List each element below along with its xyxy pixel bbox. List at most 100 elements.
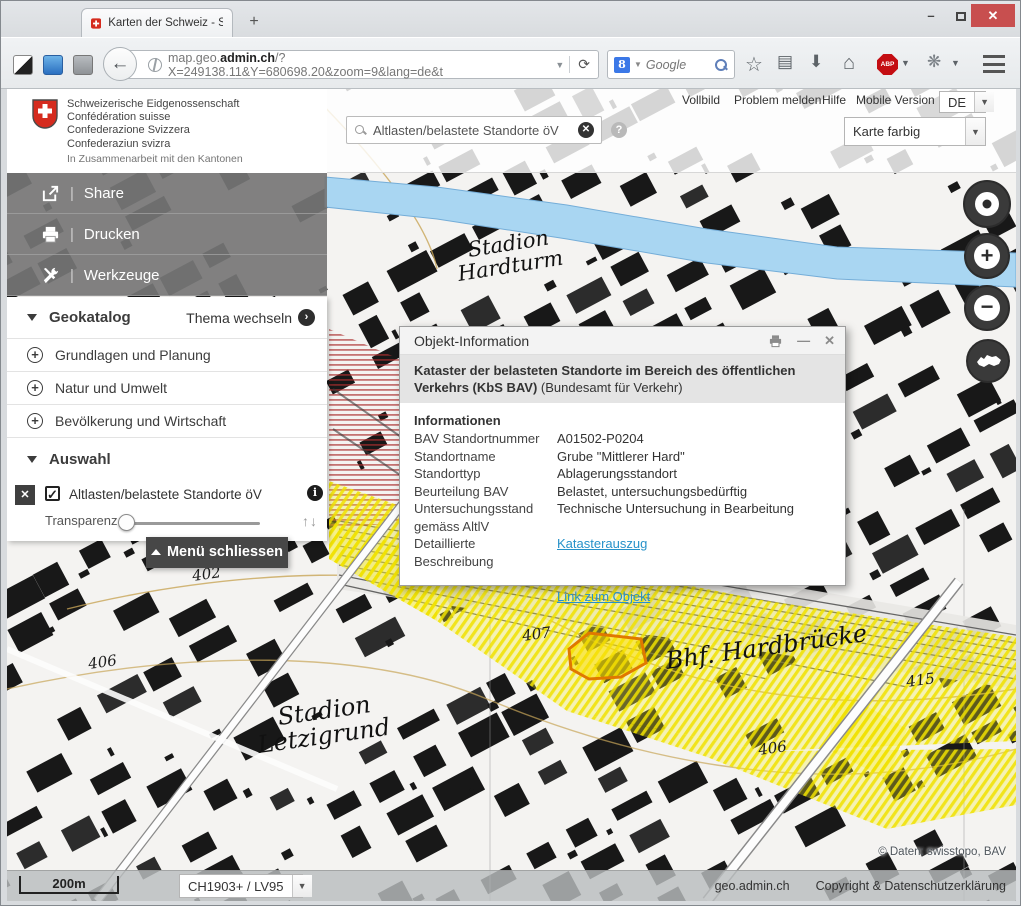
map-search-input[interactable]: Altlasten/belastete Standorte öV ✕ [346,116,602,144]
search-icon [354,124,367,137]
expand-icon: + [27,413,43,429]
info-row: Untersuchungsstand gemäss AltlVTechnisch… [414,500,831,535]
active-layer-row: ✕ ✓ Altlasten/belastete Standorte öV i T… [7,472,327,541]
layer-name[interactable]: Altlasten/belastete Standorte öV [69,487,262,502]
share-icon [41,184,60,203]
map-viewport[interactable]: Stadion Hardturm Bhf. Hardbrücke Stadion… [7,89,1016,901]
minimize-popup-icon[interactable]: — [797,333,810,348]
engine-caret-icon[interactable]: ▼ [634,60,642,69]
sidebar: | Share | Drucken | Werkzeuge [7,173,327,296]
sidebar-item-drucken[interactable]: | Drucken [7,214,327,255]
url-text: map.geo.admin.ch/?X=249138.11&Y=680698.2… [168,51,550,79]
object-info-popup: Objekt-Information — ✕ Kataster der bela… [399,326,846,586]
geolocate-icon [975,192,999,216]
zoom-out-button[interactable]: − [964,285,1010,331]
katasterauszug-link[interactable]: Katasterauszug [557,535,647,570]
close-button[interactable]: ✕ [971,4,1015,27]
layer-info-icon[interactable]: i [307,485,323,501]
downloads-icon[interactable]: ⬇ [809,52,823,72]
info-row: Link zum Objekt [414,588,831,606]
addon-icon[interactable]: ❋ [927,52,941,72]
default-extent-button[interactable] [966,339,1010,383]
extension-icon-archive[interactable] [73,55,93,75]
projection-select[interactable]: CH1903+ / LV95 ▼ [179,874,303,898]
close-popup-icon[interactable]: ✕ [824,333,835,349]
url-dropdown-caret[interactable]: ▼ [550,60,569,70]
footer-bar: 200m CH1903+ / LV95 ▼ geo.admin.ch Copyr… [7,870,1016,901]
swiss-shield-icon [31,99,59,129]
confederation-logo[interactable]: Schweizerische Eidgenossenschaft Confédé… [7,89,327,173]
link-mobile-version[interactable]: Mobile Version [856,93,935,107]
cooperation-text: In Zusammenarbeit mit den Kantonen [67,153,243,165]
link-vollbild[interactable]: Vollbild [682,93,720,107]
sidebar-item-label: Share [84,185,124,202]
swiss-flag-favicon [91,16,101,31]
search-magnifier-icon[interactable] [714,58,728,72]
geokatalog-label: Geokatalog [49,309,131,326]
search-engine-bar[interactable]: 8 ▼ Google [607,50,735,79]
adblock-caret-icon[interactable]: ▼ [901,58,910,68]
link-hilfe[interactable]: Hilfe [822,93,846,107]
extension-icon-contrast[interactable] [13,55,33,75]
home-icon[interactable]: ⌂ [843,52,855,75]
new-tab-button[interactable]: + [241,10,267,34]
popup-header[interactable]: Objekt-Information — ✕ [400,327,845,355]
layer-reorder-icons[interactable]: ↑↓ [302,513,318,529]
search-value[interactable]: Altlasten/belastete Standorte öV [373,123,572,138]
plus-icon: + [974,243,1000,269]
bookmark-star-icon[interactable]: ☆ [745,52,763,77]
category-natur[interactable]: + Natur und Umwelt [7,372,327,405]
site-identity-icon[interactable] [148,58,162,72]
remove-layer-button[interactable]: ✕ [15,485,35,505]
addon-caret-icon[interactable]: ▼ [951,58,960,68]
collapse-icon [27,456,37,463]
clear-search-icon[interactable]: ✕ [578,122,594,138]
extension-icon-window[interactable] [43,55,63,75]
logo-text: Schweizerische Eidgenossenschaft Confédé… [67,98,239,151]
link-problem-melden[interactable]: Problem melden [734,93,821,107]
browser-tab[interactable]: Karten der Schweiz - Schweize... [81,8,233,37]
search-help-icon[interactable]: ? [611,122,627,138]
navigation-bar: ← map.geo.admin.ch/?X=249138.11&Y=680698… [1,37,1020,89]
sidebar-item-werkzeuge[interactable]: | Werkzeuge [7,255,327,296]
category-grundlagen[interactable]: + Grundlagen und Planung [7,339,327,372]
back-button[interactable]: ← [103,47,137,81]
search-engine-placeholder[interactable]: Google [646,58,710,72]
copyright-link[interactable]: Copyright & Datenschutzerklärung [816,879,1006,893]
geolocate-button[interactable] [963,180,1011,228]
collapse-icon [27,314,37,321]
chevron-down-icon: ▼ [974,92,994,112]
basemap-select[interactable]: Karte farbig ▼ [844,117,986,146]
geokatalog-header[interactable]: Geokatalog Thema wechseln › [7,297,327,339]
bookmarks-menu-icon[interactable]: ▤ [777,52,793,72]
link-zum-objekt[interactable]: Link zum Objekt [557,588,650,606]
url-tools: ▼ ⟳ [550,51,598,78]
minimize-button[interactable]: – [917,4,945,27]
close-menu-button[interactable]: Menü schliessen [146,537,288,568]
expand-icon: + [27,347,43,363]
site-link[interactable]: geo.admin.ch [715,879,790,893]
title-bar: Karten der Schweiz - Schweize... + – ✕ [1,1,1020,37]
category-bevoelkerung[interactable]: + Bevölkerung und Wirtschaft [7,405,327,438]
map-attribution[interactable]: © Daten: swisstopo, BAV [7,846,1016,858]
adblock-icon[interactable]: ABP [877,54,898,75]
print-icon[interactable] [768,334,783,348]
transparency-slider-handle[interactable] [118,514,135,531]
url-bar[interactable]: map.geo.admin.ch/?X=249138.11&Y=680698.2… [121,50,599,79]
menu-icon[interactable] [983,55,1005,73]
reload-button[interactable]: ⟳ [569,56,598,73]
auswahl-label: Auswahl [49,451,111,468]
thema-wechseln-link[interactable]: Thema wechseln › [186,309,327,326]
popup-layer-title: Kataster der belasteten Standorte im Ber… [400,355,845,403]
sidebar-item-share[interactable]: | Share [7,173,327,214]
tab-title: Karten der Schweiz - Schweize... [108,17,223,29]
transparency-slider-track[interactable] [125,522,260,525]
zoom-in-button[interactable]: + [964,233,1010,279]
google-icon[interactable]: 8 [614,57,630,73]
browser-window: Karten der Schweiz - Schweize... + – ✕ ←… [0,0,1021,906]
printer-icon [41,225,60,244]
language-select[interactable]: DE ▼ [939,91,986,113]
section-title: Informationen [414,413,831,428]
chevron-down-icon: ▼ [292,875,312,897]
layer-checkbox[interactable]: ✓ [45,486,60,501]
